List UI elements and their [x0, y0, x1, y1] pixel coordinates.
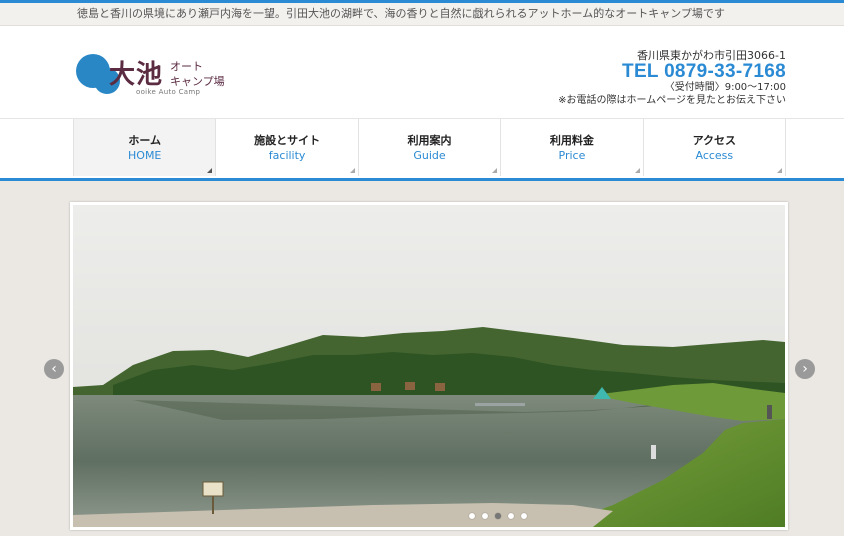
nav-label-jp: ホーム: [128, 134, 162, 147]
logo-title: 大池: [109, 60, 164, 90]
site-logo[interactable]: 大池 オート キャンプ場 ooike Auto Camp: [72, 46, 252, 104]
slider-dot-active[interactable]: [495, 513, 501, 519]
business-hours: 〈受付時間〉9:00〜17:00: [664, 82, 786, 93]
slider-dots: [469, 513, 527, 519]
global-nav: ホーム HOME 施設とサイト facility 利用案内 Guide 利用料金…: [73, 119, 787, 178]
nav-item-access[interactable]: アクセス Access: [642, 119, 787, 176]
corner-triangle-icon: [777, 168, 783, 173]
site-tagline: 徳島と香川の県境にあり瀬戸内海を一望。引田大池の湖畔で、海の香りと自然に戯れられ…: [0, 3, 844, 26]
slider-dot[interactable]: [469, 513, 475, 519]
nav-item-home[interactable]: ホーム HOME: [73, 119, 216, 176]
nav-item-facility[interactable]: 施設とサイト facility: [215, 119, 357, 176]
nav-label-jp: アクセス: [692, 134, 737, 147]
nav-label-en: facility: [268, 149, 306, 162]
contact-info: 香川県東かがわ市引田3066-1 TEL 0879-33-7168 〈受付時間〉…: [558, 50, 786, 107]
logo-subtitle-2: キャンプ場: [170, 75, 225, 88]
slider-dot[interactable]: [482, 513, 488, 519]
nav-label-jp: 利用料金: [549, 134, 594, 147]
logo-subtitle-1: オート: [170, 60, 203, 73]
corner-triangle-icon: [492, 168, 498, 173]
slide-frame: [70, 202, 788, 530]
hero-slider: ‹ ›: [0, 181, 844, 536]
logo-english: ooike Auto Camp: [136, 88, 201, 96]
nav-label-en: Guide: [413, 149, 446, 162]
nav-label-en: Access: [695, 149, 734, 162]
slider-prev-button[interactable]: ‹: [44, 359, 64, 379]
nav-item-price[interactable]: 利用料金 Price: [500, 119, 642, 176]
corner-triangle-icon: [349, 168, 355, 173]
nav-label-en: HOME: [128, 149, 162, 162]
nav-label-jp: 利用案内: [407, 134, 452, 147]
nav-item-guide[interactable]: 利用案内 Guide: [357, 119, 500, 176]
slider-dot[interactable]: [508, 513, 514, 519]
nav-label-en: Price: [558, 149, 586, 162]
phone-number[interactable]: TEL 0879-33-7168: [558, 62, 786, 82]
global-nav-bar: ホーム HOME 施設とサイト facility 利用案内 Guide 利用料金…: [0, 118, 844, 181]
corner-triangle-icon: [634, 168, 640, 173]
slide-photo: [73, 205, 785, 527]
site-header: 大池 オート キャンプ場 ooike Auto Camp 香川県東かがわ市引田3…: [0, 26, 844, 118]
slider-dot[interactable]: [521, 513, 527, 519]
phone-note: ※お電話の際はホームページを見たとお伝え下さい: [558, 95, 786, 106]
slider-next-button[interactable]: ›: [795, 359, 815, 379]
corner-triangle-icon: [207, 168, 213, 173]
nav-label-jp: 施設とサイト: [254, 134, 321, 147]
